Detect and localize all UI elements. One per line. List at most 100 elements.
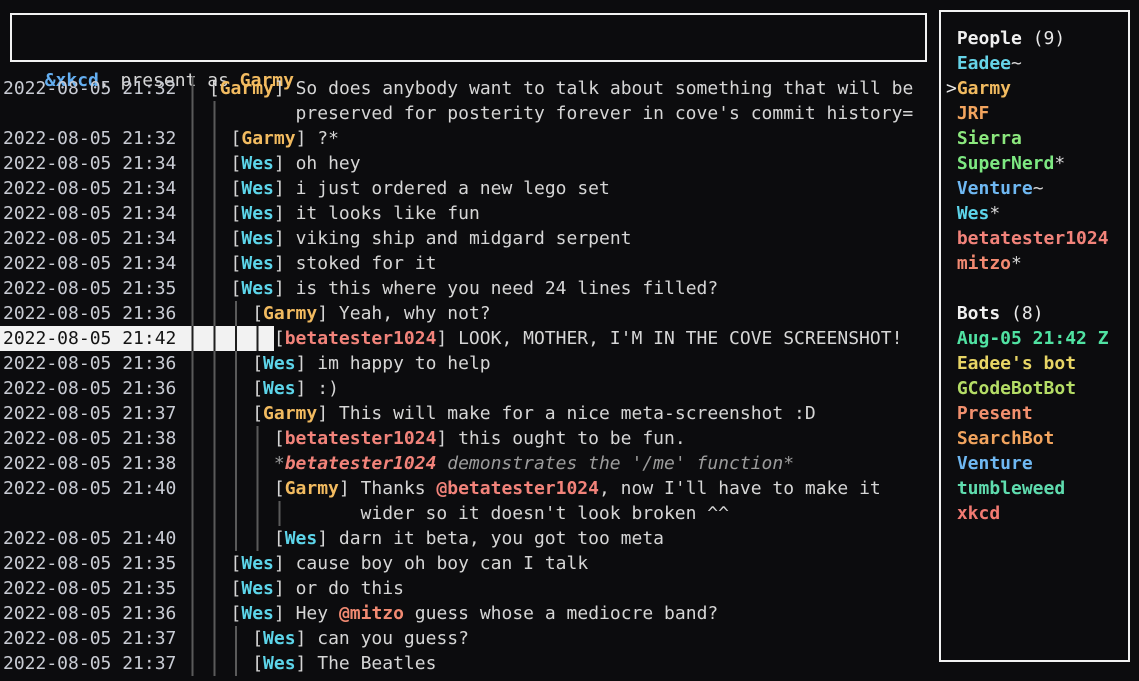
thread-bar [187, 251, 198, 276]
message-body: Thanks [361, 478, 437, 499]
gutter-indent [220, 151, 231, 176]
timestamp: 2022-08-05 21:34 [3, 201, 176, 226]
text-segment: ] [296, 128, 318, 149]
nick-wes: Wes [241, 253, 274, 274]
thread-bar [187, 101, 198, 126]
gutter-indent [263, 476, 274, 501]
text-segment: [ [231, 203, 242, 224]
nick-wes: Wes [241, 228, 274, 249]
gutter-space [220, 626, 231, 651]
thread-bar [187, 226, 198, 251]
gutter-space [198, 226, 209, 251]
timestamp: 2022-08-05 21:37 [3, 651, 176, 676]
marker [946, 326, 957, 351]
gutter-space [198, 201, 209, 226]
bot-item: Aug-05 21:42 Z [941, 326, 1128, 351]
marker [946, 201, 957, 226]
gutter-space [176, 351, 187, 376]
thread-bar [231, 376, 242, 401]
message-text: [Wes] oh hey [231, 151, 361, 176]
marker [946, 151, 957, 176]
gutter-space [198, 551, 209, 576]
text-segment: [ [252, 403, 263, 424]
gutter-space [220, 501, 231, 526]
thread-bar [231, 501, 242, 526]
text-segment: ] [274, 178, 296, 199]
message-text: [Wes] cause boy oh boy can I talk [231, 551, 589, 576]
message-body: So does anybody want to talk about somet… [296, 78, 914, 99]
thread-bar [209, 576, 220, 601]
gutter-space [241, 451, 252, 476]
nick-wes: Wes [241, 603, 274, 624]
thread-bar [187, 651, 198, 676]
gutter-space [176, 376, 187, 401]
gutter-indent [263, 526, 274, 551]
thread-bar [209, 626, 220, 651]
message-body: stoked for it [296, 253, 437, 274]
thread-bar [252, 476, 263, 501]
gutter-space [198, 451, 209, 476]
bot-name: Aug-05 21:42 Z [957, 326, 1109, 351]
gutter-indent [241, 301, 252, 326]
chat-row: 2022-08-05 21:36[Garmy] Yeah, why not? [0, 301, 913, 326]
gutter-space [241, 526, 252, 551]
bot-name: GCodeBotBot [957, 376, 1076, 401]
thread-bar [187, 326, 198, 351]
timestamp: 2022-08-05 21:34 [3, 251, 176, 276]
text-segment: [ [252, 303, 263, 324]
chat-log[interactable]: 2022-08-05 21:32[Garmy] So does anybody … [0, 76, 913, 676]
gutter-space [198, 151, 209, 176]
text-segment: [ [231, 578, 242, 599]
message-body: ?* [317, 128, 339, 149]
timestamp: 2022-08-05 21:34 [3, 151, 176, 176]
chat-row: 2022-08-05 21:36[Wes] :) [0, 376, 913, 401]
message-text: preserved for posterity forever in cove'… [296, 101, 914, 126]
gutter-space [198, 601, 209, 626]
message-text: [betatester1024] LOOK, MOTHER, I'M IN TH… [274, 326, 903, 351]
row-gutter [0, 101, 296, 126]
marker [946, 301, 957, 326]
bot-name: SearchBot [957, 426, 1055, 451]
row-gutter: 2022-08-05 21:36 [0, 376, 252, 401]
chat-row: 2022-08-05 21:37[Wes] The Beatles [0, 651, 913, 676]
text-segment: [ [231, 228, 242, 249]
thread-bar [187, 376, 198, 401]
gutter-indent [241, 651, 252, 676]
timestamp: 2022-08-05 21:38 [3, 426, 176, 451]
marker [946, 401, 957, 426]
text-segment: [ [252, 653, 263, 674]
message-text: [Wes] or do this [231, 576, 404, 601]
bots-title: Bots [957, 301, 1000, 326]
text-segment: [ [252, 628, 263, 649]
gutter-space [241, 501, 252, 526]
text-segment: [ [274, 328, 285, 349]
gutter-space [176, 651, 187, 676]
thread-bar [187, 276, 198, 301]
row-gutter: 2022-08-05 21:36 [0, 301, 252, 326]
gutter-space [220, 426, 231, 451]
row-gutter: 2022-08-05 21:38 [0, 426, 274, 451]
chat-row: 2022-08-05 21:40[Wes] darn it beta, you … [0, 526, 913, 551]
timestamp: 2022-08-05 21:40 [3, 476, 176, 501]
text-segment: * [274, 453, 285, 474]
text-segment: [ [231, 553, 242, 574]
thread-bar [209, 301, 220, 326]
gutter-space [220, 326, 231, 351]
gutter-space [176, 101, 187, 126]
text-segment: ] [296, 628, 318, 649]
message-body: guess whose a mediocre band? [404, 603, 718, 624]
gutter-space [198, 626, 209, 651]
gutter-space [176, 276, 187, 301]
thread-bar [209, 476, 220, 501]
gutter-space [176, 451, 187, 476]
gutter-indent [198, 76, 209, 101]
user-list-panel[interactable]: People(9) Eadee~>Garmy JRF Sierra SuperN… [939, 10, 1130, 662]
chat-row: wider so it doesn't look broken ^^ [0, 501, 913, 526]
timestamp: 2022-08-05 21:40 [3, 526, 176, 551]
thread-bar [209, 201, 220, 226]
timestamp: 2022-08-05 21:38 [3, 451, 176, 476]
gutter-space [176, 576, 187, 601]
thread-bar [187, 601, 198, 626]
chat-row: preserved for posterity forever in cove'… [0, 101, 913, 126]
text-segment: ] [339, 478, 361, 499]
